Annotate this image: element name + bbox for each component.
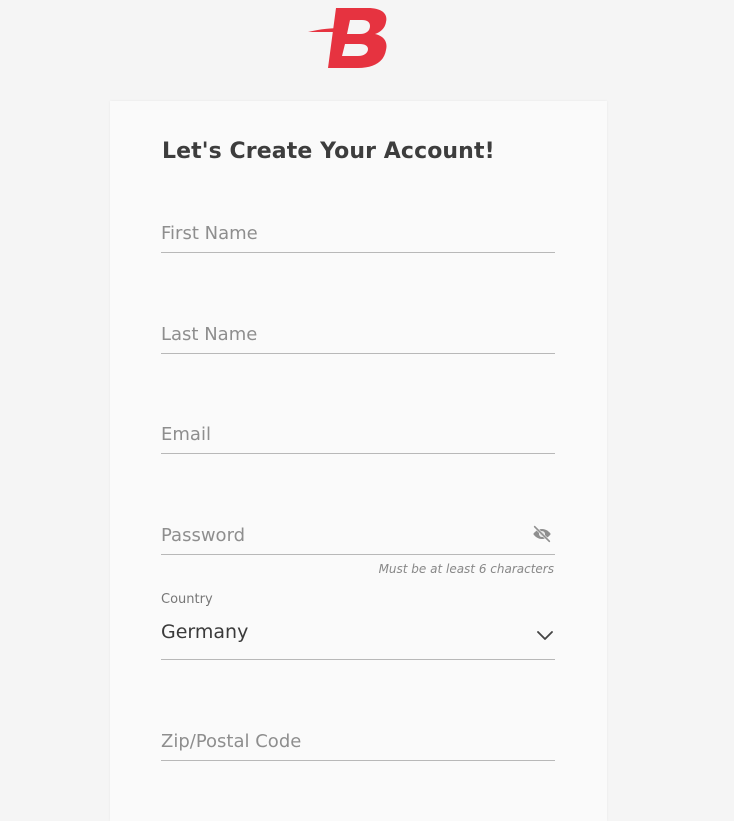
password-helper-text: Must be at least 6 characters bbox=[378, 562, 554, 576]
last-name-field bbox=[161, 313, 555, 354]
page-title: Let's Create Your Account! bbox=[162, 139, 495, 164]
country-select[interactable]: Germany bbox=[161, 619, 555, 660]
zip-input[interactable] bbox=[161, 728, 521, 754]
first-name-field bbox=[161, 212, 555, 253]
password-input[interactable] bbox=[161, 522, 521, 548]
brand-logo: B bbox=[308, 8, 387, 68]
country-label: Country bbox=[161, 592, 213, 607]
email-input[interactable] bbox=[161, 421, 521, 447]
zip-field bbox=[161, 720, 555, 761]
chevron-down-icon bbox=[537, 631, 553, 640]
password-field bbox=[161, 514, 555, 555]
email-field bbox=[161, 413, 555, 454]
country-value: Germany bbox=[161, 621, 249, 643]
eye-slash-icon[interactable] bbox=[531, 523, 553, 545]
last-name-input[interactable] bbox=[161, 321, 521, 347]
first-name-input[interactable] bbox=[161, 220, 521, 246]
signup-card: Let's Create Your Account! Must be at le… bbox=[110, 101, 607, 821]
